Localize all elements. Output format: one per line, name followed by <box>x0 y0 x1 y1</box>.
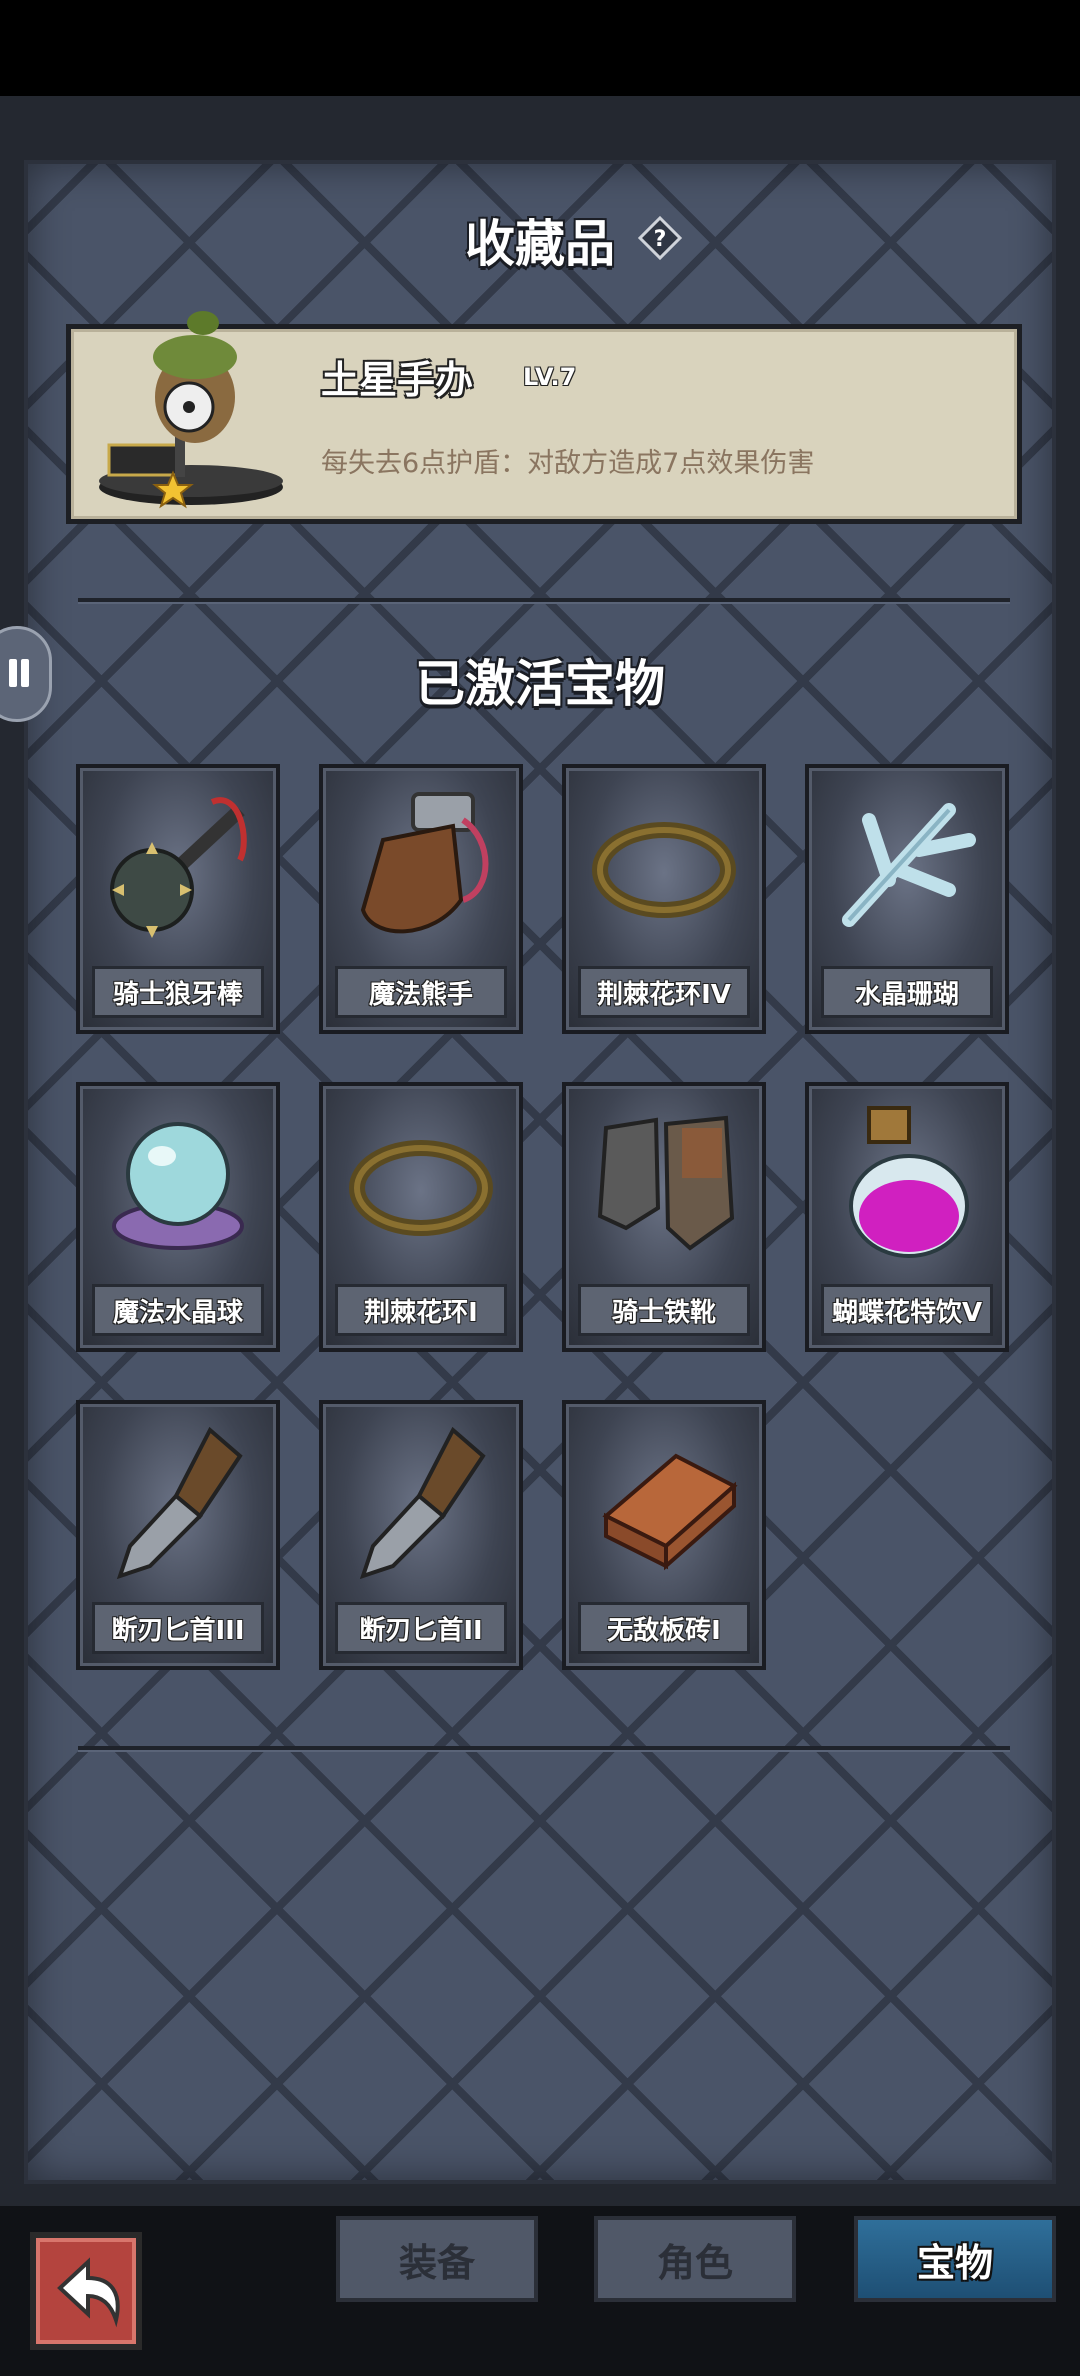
thorn-wreath-icon <box>592 822 736 918</box>
divider <box>78 1746 1010 1750</box>
svg-text:?: ? <box>654 227 667 252</box>
collection-panel: 收藏品 ? 土星手办 LV.7 每失去6点护盾：对敌方造成7点效果伤害 已激活宝… <box>24 160 1056 2184</box>
treasure-card[interactable]: 荆棘花环I <box>319 1082 523 1352</box>
treasure-card[interactable]: 魔法水晶球 <box>76 1082 280 1352</box>
status-bar <box>0 0 1080 96</box>
back-button[interactable] <box>30 2232 142 2350</box>
treasure-label: 水晶珊瑚 <box>821 966 993 1018</box>
treasure-card[interactable]: 骑士铁靴 <box>562 1082 766 1352</box>
treasure-label: 无敌板砖I <box>578 1602 750 1654</box>
featured-level: LV.7 <box>523 363 577 391</box>
treasure-card[interactable]: 水晶珊瑚 <box>805 764 1009 1034</box>
tab-character[interactable]: 角色 <box>594 2216 796 2302</box>
tab-treasure[interactable]: 宝物 <box>854 2216 1056 2302</box>
treasure-card[interactable]: 断刃匕首II <box>319 1400 523 1670</box>
treasure-card[interactable]: 断刃匕首III <box>76 1400 280 1670</box>
activated-treasures-title: 已激活宝物 <box>415 655 665 713</box>
iron-boots-icon <box>597 1115 735 1251</box>
side-menu-handle[interactable] <box>0 626 52 722</box>
treasure-card[interactable]: 骑士狼牙棒 <box>76 764 280 1034</box>
treasure-card[interactable]: 荆棘花环IV <box>562 764 766 1034</box>
broken-dagger-icon <box>359 1426 486 1580</box>
help-icon[interactable]: ? <box>638 216 682 260</box>
treasure-label: 骑士狼牙棒 <box>92 966 264 1018</box>
treasure-label: 魔法水晶球 <box>92 1284 264 1336</box>
treasure-label: 骑士铁靴 <box>578 1284 750 1336</box>
divider <box>78 598 1010 602</box>
bottom-navigation: 装备 角色 宝物 <box>0 2206 1080 2376</box>
treasure-label: 断刃匕首III <box>92 1602 264 1654</box>
treasure-card[interactable]: 蝴蝶花特饮V <box>805 1082 1009 1352</box>
tab-equipment[interactable]: 装备 <box>336 2216 538 2302</box>
thorn-wreath-icon <box>349 1140 493 1236</box>
page-title: 收藏品 <box>465 215 615 273</box>
featured-name: 土星手办 <box>321 358 474 402</box>
treasure-label: 荆棘花环IV <box>578 966 750 1018</box>
broken-dagger-icon <box>116 1426 243 1580</box>
treasure-card[interactable]: 无敌板砖I <box>562 1400 766 1670</box>
featured-description: 每失去6点护盾：对敌方造成7点效果伤害 <box>321 448 815 479</box>
crystal-ball-icon <box>112 1122 244 1250</box>
potion-bottle-icon <box>849 1106 969 1258</box>
treasure-label: 魔法熊手 <box>335 966 507 1018</box>
spiked-mace-icon <box>110 797 247 938</box>
bear-paw-icon <box>360 792 489 934</box>
crystal-coral-icon <box>842 803 976 927</box>
back-arrow-icon <box>57 2257 120 2328</box>
treasure-label: 断刃匕首II <box>335 1602 507 1654</box>
treasure-label: 蝴蝶花特饮V <box>821 1284 993 1336</box>
treasure-card[interactable]: 魔法熊手 <box>319 764 523 1034</box>
brick-icon <box>602 1453 738 1571</box>
saturn-figurine-icon <box>99 311 283 509</box>
featured-treasure-card[interactable]: 土星手办 LV.7 每失去6点护盾：对敌方造成7点效果伤害 <box>66 311 1022 524</box>
treasure-label: 荆棘花环I <box>335 1284 507 1336</box>
